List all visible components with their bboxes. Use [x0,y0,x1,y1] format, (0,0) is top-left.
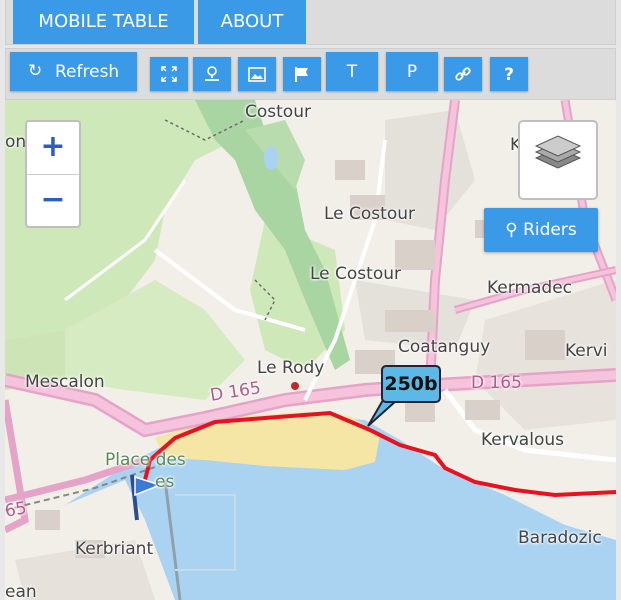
tab-about[interactable]: ABOUT [198,0,306,44]
riders-button[interactable]: ⚲ Riders [484,208,598,252]
link-icon [455,67,471,81]
place-label: Coatanguy [398,337,491,357]
zoom-out-button[interactable]: − [27,174,79,227]
locate-icon [205,66,219,81]
fullscreen-icon [161,66,177,82]
link-button[interactable] [444,57,482,91]
riders-label: Riders [523,220,577,240]
rider-marker[interactable]: 250b [381,365,441,403]
place-label: Kermadec [487,278,573,298]
search-icon: ⚲ [505,220,518,240]
place-label: on [5,132,27,152]
place-label: Le Costour [324,204,415,224]
locate-button[interactable] [193,57,231,91]
refresh-label: Refresh [55,62,120,82]
tab-mobile-table[interactable]: MOBILE TABLE [13,0,194,44]
fullscreen-button[interactable] [150,57,188,91]
map-toolbar: ↻ Refresh T P ? [5,48,616,100]
t-button[interactable]: T [326,52,378,91]
place-label: es [155,472,175,492]
refresh-button[interactable]: ↻ Refresh [10,52,137,91]
place-label: Costour [245,102,311,122]
p-button[interactable]: P [386,52,438,91]
place-label: Mescalon [25,372,105,392]
place-label: ean [5,582,37,600]
top-nav: MOBILE TABLE ABOUT [0,0,621,48]
place-label: Kervalous [481,430,564,450]
zoom-control: + − [25,120,81,228]
image-button[interactable] [238,57,276,91]
flag-button[interactable] [283,57,321,91]
road-label: 65 [5,498,29,522]
layers-button[interactable] [518,120,598,200]
place-label: Le Costour [310,264,401,284]
place-label: Kervi [565,341,608,361]
map-view[interactable]: Costour Le Costour Le Costour Kermadec C… [5,100,616,600]
place-label: Baradozic [518,528,602,548]
place-label: Le Rody [257,358,325,378]
flag-icon [295,67,308,82]
place-label: Kerbriant [75,539,154,559]
image-icon [248,66,266,82]
zoom-in-button[interactable]: + [27,122,79,174]
road-label: D 165 [471,373,522,393]
refresh-icon: ↻ [28,61,43,81]
help-button[interactable]: ? [490,57,528,91]
place-label: Place des [105,450,186,470]
layers-icon [534,135,582,169]
